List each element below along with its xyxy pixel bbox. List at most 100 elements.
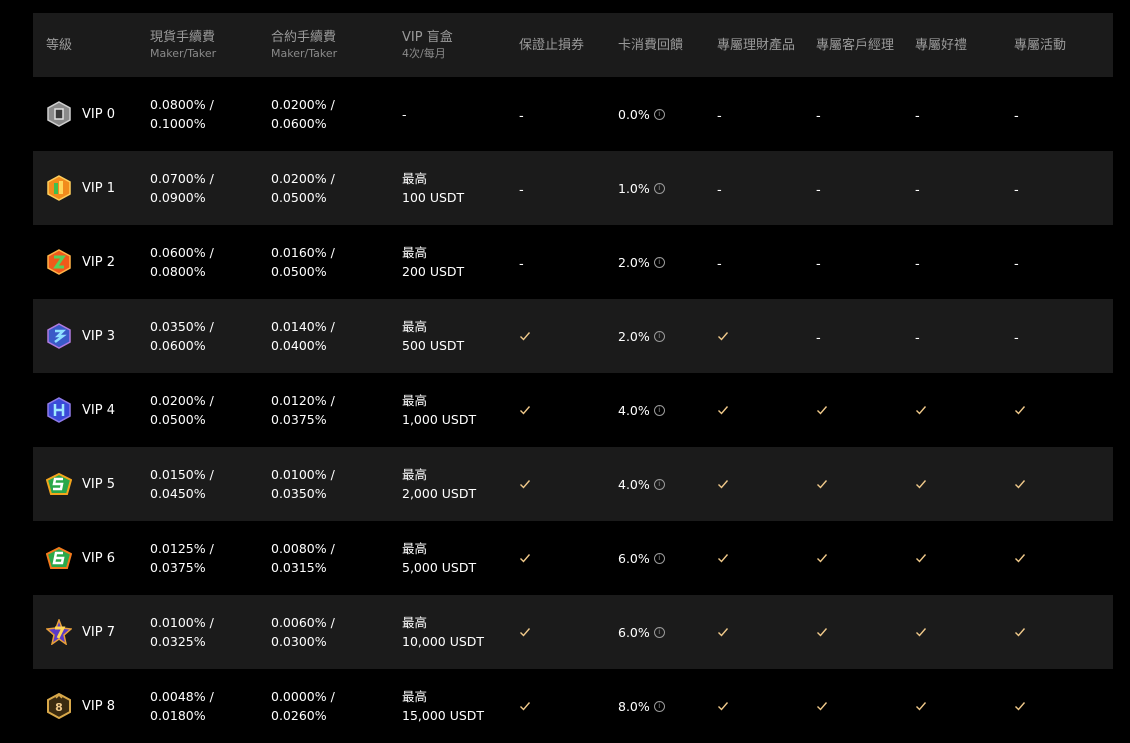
card-rebate-value: 6.0%	[618, 624, 650, 640]
wealth-cell	[704, 330, 803, 342]
vip-level-label: VIP 0	[82, 106, 115, 122]
level-cell: VIP 3	[33, 323, 137, 349]
level-cell: VIP 1	[33, 175, 137, 201]
futures-fee-cell: 0.0120% / 0.0375%	[258, 391, 389, 429]
blind-box-top: 最高	[402, 319, 428, 334]
vip8-badge-icon: 8	[47, 693, 71, 719]
vip2-badge-icon	[47, 249, 71, 275]
info-icon[interactable]: i	[653, 256, 665, 268]
header-gift: 專屬好禮	[915, 37, 968, 53]
check-icon	[718, 554, 729, 563]
gift-cell	[902, 404, 1001, 416]
gift-cell: -	[902, 179, 1001, 198]
stop-loss-cell	[506, 404, 605, 416]
futures-maker-fee: 0.0000% /	[271, 689, 335, 704]
event-cell	[1001, 404, 1113, 416]
gift-cell-value: -	[915, 330, 920, 346]
blind-box-cell: 最高 500 USDT	[389, 317, 506, 355]
blind-box-top: 最高	[402, 689, 428, 704]
futures-fee-cell: 0.0080% / 0.0315%	[258, 539, 389, 577]
gift-cell: -	[902, 105, 1001, 124]
gift-cell-value: -	[915, 256, 920, 272]
card-rebate-cell: 0.0% i	[605, 105, 704, 124]
wealth-cell: -	[704, 179, 803, 198]
card-rebate-cell: 8.0% i	[605, 697, 704, 716]
manager-cell	[803, 404, 902, 416]
spot-fee-cell: 0.0350% / 0.0600%	[137, 317, 258, 355]
gift-cell	[902, 478, 1001, 490]
blind-box-top: 最高	[402, 467, 428, 482]
level-cell: VIP 2	[33, 249, 137, 275]
gift-cell-value: -	[915, 108, 920, 124]
spot-taker-fee: 0.0500%	[150, 412, 206, 427]
spot-fee-cell: 0.0100% / 0.0325%	[137, 613, 258, 651]
futures-maker-fee: 0.0080% /	[271, 541, 335, 556]
spot-maker-fee: 0.0600% /	[150, 245, 214, 260]
futures-maker-fee: 0.0120% /	[271, 393, 335, 408]
table-row: VIP 1 0.0700% / 0.0900% 0.0200% / 0.0500% 最高 1…	[33, 151, 1113, 225]
vip0-badge-icon	[47, 101, 71, 127]
blind-box-amount: 2,000 USDT	[402, 486, 477, 501]
info-icon[interactable]: i	[653, 700, 665, 712]
table-row: VIP 0 0.0800% /0.1000% 0.0200% /0.0600% - -0…	[33, 77, 1113, 151]
vip5-badge-icon	[46, 472, 72, 495]
info-icon[interactable]: i	[653, 108, 665, 120]
stop-loss-cell-value: -	[519, 256, 524, 272]
manager-cell	[803, 700, 902, 712]
vip3-badge-icon	[47, 323, 71, 349]
blind-box-cell: 最高 5,000 USDT	[389, 539, 506, 577]
check-icon	[817, 406, 828, 415]
futures-fee-cell: 0.0100% / 0.0350%	[258, 465, 389, 503]
stop-loss-cell: -	[506, 253, 605, 272]
card-rebate-cell: 2.0% i	[605, 253, 704, 272]
futures-taker-fee: 0.0260%	[271, 708, 327, 723]
stop-loss-cell	[506, 330, 605, 342]
manager-cell-value: -	[816, 108, 821, 124]
spot-fee-cell: 0.0800% / 0.1000%	[137, 95, 258, 133]
info-icon[interactable]: i	[653, 330, 665, 342]
info-icon[interactable]: i	[653, 626, 665, 638]
info-icon[interactable]: i	[653, 478, 665, 490]
header-manager: 專屬客戶經理	[816, 37, 895, 53]
manager-cell	[803, 478, 902, 490]
check-icon	[817, 554, 828, 563]
check-icon	[520, 702, 531, 711]
spot-maker-fee: 0.0700% /	[150, 171, 214, 186]
spot-taker-fee: 0.0800%	[150, 264, 206, 279]
vip-level-label: VIP 7	[82, 624, 115, 640]
gift-cell: -	[902, 253, 1001, 272]
stop-loss-cell	[506, 552, 605, 564]
wealth-cell-value: -	[717, 108, 722, 124]
table-row: 8 VIP 8 0.0048% / 0.0180% 0.0000% / 0.0260% 最高…	[33, 669, 1113, 743]
check-icon	[916, 702, 927, 711]
table-row: VIP 5 0.0150% / 0.0450% 0.0100% / 0.0350% 最高 2…	[33, 447, 1113, 521]
check-icon	[1015, 554, 1026, 563]
futures-maker-fee: 0.0200% /	[271, 171, 335, 186]
header-level: 等級	[46, 37, 73, 53]
card-rebate-cell: 4.0% i	[605, 475, 704, 494]
check-icon	[916, 554, 927, 563]
stop-loss-cell-value: -	[519, 108, 524, 124]
futures-maker-fee: 0.0200% /	[271, 97, 335, 112]
vip-level-label: VIP 1	[82, 180, 115, 196]
blind-box-amount: 10,000 USDT	[402, 634, 485, 649]
vip1-badge-icon	[47, 175, 71, 201]
manager-cell	[803, 552, 902, 564]
check-icon	[718, 628, 729, 637]
event-cell	[1001, 552, 1113, 564]
info-icon[interactable]: i	[653, 552, 665, 564]
info-icon[interactable]: i	[653, 182, 665, 194]
futures-taker-fee: 0.0500%	[271, 264, 327, 279]
spot-taker-fee: 0.0600%	[150, 338, 206, 353]
check-icon	[817, 628, 828, 637]
check-icon	[718, 480, 729, 489]
spot-taker-fee: 0.0180%	[150, 708, 206, 723]
blind-box-amount: 5,000 USDT	[402, 560, 477, 575]
header-spot-fee: 現貨手續費 Maker/Taker	[150, 30, 217, 60]
wealth-cell	[704, 552, 803, 564]
futures-fee-cell: 0.0200% / 0.0500%	[258, 169, 389, 207]
info-icon[interactable]: i	[653, 404, 665, 416]
check-icon	[916, 406, 927, 415]
event-cell-value: -	[1014, 182, 1019, 198]
blind-box-cell: 最高 1,000 USDT	[389, 391, 506, 429]
